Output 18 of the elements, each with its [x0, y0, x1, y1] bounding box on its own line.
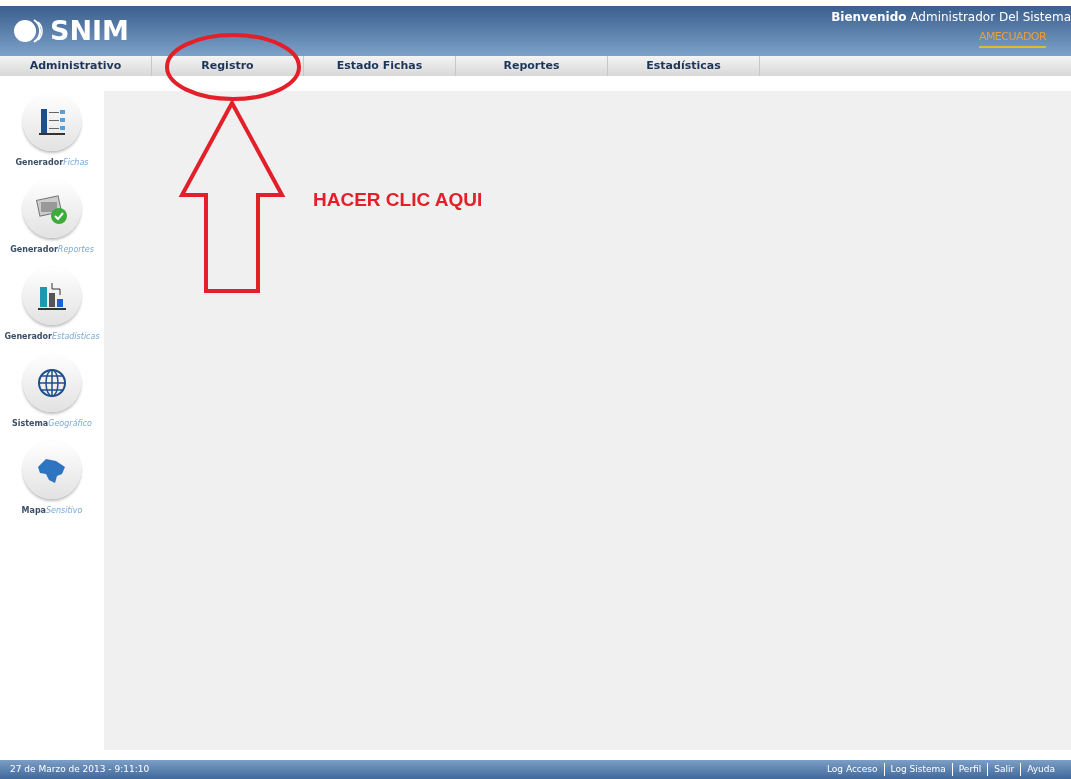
globe-icon [35, 366, 69, 400]
report-check-icon [35, 192, 69, 226]
nav-tab[interactable]: Administrativo [0, 56, 152, 76]
footer-link[interactable]: Ayuda [1020, 762, 1061, 777]
partner-logo: AMECUADOR [978, 29, 1046, 48]
welcome-text: Bienvenido Administrador Del Sistema [831, 9, 1071, 26]
footer-link[interactable]: Perfil [951, 762, 988, 777]
logo-text: SNIM [50, 13, 129, 48]
nav-tab[interactable]: Estado Fichas [304, 56, 456, 76]
footer-link[interactable]: Log Acceso [820, 762, 884, 777]
annotation-text: HACER CLIC AQUI [313, 188, 483, 212]
nav-tab[interactable]: Registro [152, 56, 304, 76]
sidebar-item[interactable]: GeneradorEstadísticas [4, 267, 100, 343]
nav-tab[interactable]: Reportes [456, 56, 608, 76]
nav-tab[interactable]: Estadísticas [608, 56, 760, 76]
date-time: 27 de Marzo de 2013 - 9:11:10 [10, 762, 150, 776]
footer-link[interactable]: Log Sistema [883, 762, 952, 777]
footer-link[interactable]: Salir [987, 762, 1021, 777]
